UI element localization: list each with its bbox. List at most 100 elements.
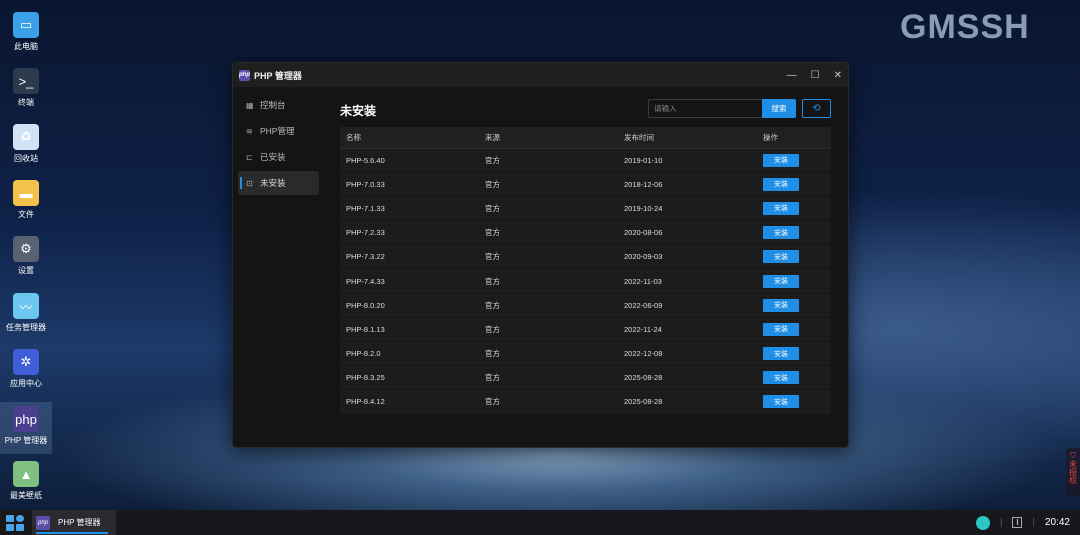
task-manager-icon: 〰: [13, 293, 39, 319]
sidebar-item-php-manage[interactable]: ≋ PHP管理: [238, 119, 319, 143]
version-name: PHP-7.0.33: [340, 172, 479, 197]
wallpaper-icon: ▲: [13, 461, 39, 487]
table-row: PHP-7.2.33 官方 2020-08-06 安装: [340, 220, 831, 246]
recycle-bin-icon: ♻: [13, 124, 39, 150]
install-button[interactable]: 安装: [763, 250, 799, 264]
release-date: 2019-10-24: [618, 196, 757, 222]
column-header-date: 发布时间: [618, 127, 757, 149]
release-date: 2025-08-28: [618, 365, 757, 391]
release-date: 2019-01-10: [618, 148, 757, 173]
refresh-icon: ⟲: [812, 103, 821, 114]
table-row: PHP-8.2.0 官方 2022-12-08 安装: [340, 341, 831, 367]
assistant-icon[interactable]: [975, 515, 990, 530]
install-button[interactable]: 安装: [763, 226, 799, 240]
column-header-source: 来源: [479, 127, 618, 149]
source: 官方: [479, 196, 618, 222]
gear-icon: ⚙: [13, 236, 39, 262]
title-bar[interactable]: php PHP 管理器 — ☐ ✕: [233, 63, 848, 87]
desktop-icon-app-center[interactable]: ✲ 应用中心: [0, 349, 52, 389]
maximize-button[interactable]: ☐: [811, 70, 820, 81]
table-row: PHP-7.1.33 官方 2019-10-24 安装: [340, 196, 831, 222]
source: 官方: [479, 341, 618, 367]
install-button[interactable]: 安装: [763, 322, 799, 336]
install-button[interactable]: 安装: [763, 153, 799, 167]
install-button[interactable]: 安装: [763, 201, 799, 215]
sidebar-item-not-installed[interactable]: ⊡ 未安装: [238, 171, 319, 195]
install-button[interactable]: 安装: [763, 371, 799, 385]
desktop-icon-computer[interactable]: ▭ 此电脑: [0, 12, 52, 52]
sidebar-item-dashboard[interactable]: ▦ 控制台: [238, 93, 319, 117]
version-name: PHP-8.2.0: [340, 341, 479, 367]
version-name: PHP-8.1.13: [340, 317, 479, 343]
source: 官方: [479, 244, 618, 270]
php-manager-window: php PHP 管理器 — ☐ ✕ ▦ 控制台 ≋ PHP管理 ⊏ 已安装 ⊡ 未安装 未安…: [232, 62, 849, 448]
desktop-icon-gear[interactable]: ⚙ 设置: [0, 236, 52, 276]
start-button[interactable]: [4, 513, 24, 533]
search-button[interactable]: 搜索: [762, 99, 796, 118]
source: 官方: [479, 317, 618, 343]
php-logo-icon: php: [239, 69, 250, 81]
clock[interactable]: 20:42: [1045, 517, 1070, 528]
source: 官方: [479, 172, 618, 197]
version-name: PHP-8.0.20: [340, 293, 479, 318]
window-title: PHP 管理器: [254, 70, 302, 81]
taskbar-app-php-manager[interactable]: php PHP 管理器: [32, 510, 116, 535]
release-date: 2022-11-24: [618, 317, 757, 343]
table-row: PHP-8.1.13 官方 2022-11-24 安装: [340, 317, 831, 343]
table-row: PHP-7.3.22 官方 2020-09-03 安装: [340, 244, 831, 270]
dashboard-icon: ▦: [246, 100, 254, 110]
table-row: PHP-8.4.12 官方 2025-08-28 安装: [340, 389, 831, 415]
terminal-icon: >_: [13, 68, 39, 94]
install-button[interactable]: 安装: [763, 298, 799, 312]
source: 官方: [479, 268, 618, 294]
table-row: PHP-8.3.25 官方 2025-08-28 安装: [340, 365, 831, 391]
refresh-button[interactable]: ⟲: [802, 99, 831, 118]
taskbar: php PHP 管理器 | ⌇ | 20:42: [0, 510, 1080, 535]
authorization-badge[interactable]: ⛉ 未授权: [1066, 448, 1080, 496]
install-button[interactable]: 安装: [763, 395, 799, 409]
version-name: PHP-8.4.12: [340, 389, 479, 415]
minimize-button[interactable]: —: [787, 70, 797, 81]
column-header-name: 名称: [340, 127, 479, 149]
release-date: 2020-08-06: [618, 220, 757, 246]
desktop-icon-task-manager[interactable]: 〰任务管理器: [0, 293, 52, 333]
source: 官方: [479, 365, 618, 391]
release-date: 2020-09-03: [618, 244, 757, 270]
desktop-icon-folder[interactable]: ▬ 文件: [0, 180, 52, 220]
install-button[interactable]: 安装: [763, 177, 799, 191]
desktop-icon-php[interactable]: php PHP 管理器: [0, 402, 52, 454]
version-name: PHP-7.1.33: [340, 196, 479, 222]
php-versions-table: 名称 来源 发布时间 操作 PHP-5.6.40 官方 2019-01-10 安装 PH…: [340, 127, 831, 415]
sidebar-item-installed[interactable]: ⊏ 已安装: [238, 145, 319, 169]
table-row: PHP-8.0.20 官方 2022-06-09 安装: [340, 293, 831, 318]
source: 官方: [479, 293, 618, 318]
version-name: PHP-7.4.33: [340, 268, 479, 294]
installed-icon: ⊏: [246, 152, 253, 162]
source: 官方: [479, 148, 618, 173]
desktop-icon-wallpaper[interactable]: ▲ 最美壁纸: [0, 461, 52, 501]
php-logo-icon: php: [36, 515, 50, 530]
install-button[interactable]: 安装: [763, 274, 799, 288]
table-row: PHP-7.0.33 官方 2018-12-06 安装: [340, 172, 831, 197]
source: 官方: [479, 220, 618, 246]
app-center-icon: ✲: [13, 349, 39, 375]
install-button[interactable]: 安装: [763, 347, 799, 361]
sidebar: ▦ 控制台 ≋ PHP管理 ⊏ 已安装 ⊡ 未安装: [233, 87, 324, 447]
source: 官方: [479, 389, 618, 415]
search-input[interactable]: [648, 99, 762, 118]
php-icon: php: [13, 406, 39, 432]
desktop-icon-recycle-bin[interactable]: ♻ 回收站: [0, 124, 52, 164]
computer-icon: ▭: [13, 12, 39, 38]
brand-logo: GMSSH: [900, 8, 1030, 46]
shield-icon: ⛉: [1070, 451, 1076, 460]
release-date: 2018-12-06: [618, 172, 757, 197]
monitor-icon[interactable]: ⌇: [1012, 517, 1023, 528]
version-name: PHP-7.2.33: [340, 220, 479, 246]
desktop-icon-terminal[interactable]: >_ 终端: [0, 68, 52, 108]
close-button[interactable]: ✕: [834, 70, 842, 81]
version-name: PHP-5.6.40: [340, 148, 479, 173]
download-icon: ⊡: [246, 178, 253, 188]
folder-icon: ▬: [13, 180, 39, 206]
layers-icon: ≋: [246, 126, 253, 136]
release-date: 2025-08-28: [618, 389, 757, 415]
